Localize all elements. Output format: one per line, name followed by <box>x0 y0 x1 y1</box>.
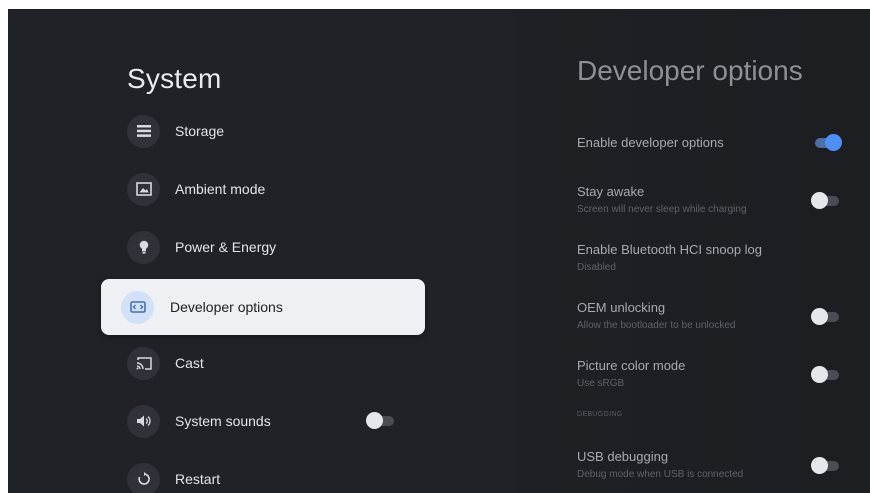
setting-description: Allow the bootloader to be unlocked <box>577 320 736 331</box>
system-sounds-toggle[interactable] <box>366 412 396 429</box>
setting-name: USB debugging <box>577 449 669 464</box>
setting-name: Enable developer options <box>577 135 724 150</box>
setting-oem-unlocking[interactable]: OEM unlocking Allow the bootloader to be… <box>577 300 847 331</box>
picture-color-mode-toggle[interactable] <box>811 366 841 383</box>
setting-description: Debug mode when USB is connected <box>577 469 744 480</box>
toggle-thumb <box>366 412 383 429</box>
storage-icon <box>127 114 160 148</box>
enable-developer-options-toggle[interactable] <box>811 134 842 151</box>
menu-item-label: Ambient mode <box>175 181 266 197</box>
setting-stay-awake[interactable]: Stay awake Screen will never sleep while… <box>577 184 847 215</box>
toggle-thumb <box>825 134 842 151</box>
setting-description: Screen will never sleep while charging <box>577 204 747 215</box>
setting-description: Disabled <box>577 262 616 273</box>
setting-picture-color-mode[interactable]: Picture color mode Use sRGB <box>577 358 847 389</box>
cast-icon <box>127 346 160 380</box>
stay-awake-toggle[interactable] <box>811 192 841 209</box>
setting-bluetooth-hci-snoop-log[interactable]: Enable Bluetooth HCI snoop log Disabled <box>577 242 847 273</box>
usb-debugging-toggle[interactable] <box>811 457 841 474</box>
menu-item-storage[interactable]: Storage <box>101 103 425 159</box>
restart-icon <box>127 462 160 493</box>
setting-description: Use sRGB <box>577 378 625 389</box>
menu-item-label: Restart <box>175 471 221 487</box>
setting-name: Stay awake <box>577 184 645 199</box>
setting-name: OEM unlocking <box>577 300 666 315</box>
menu-item-label: Storage <box>175 123 225 139</box>
developer-options-title: Developer options <box>577 55 803 86</box>
menu-item-label: Power & Energy <box>175 239 277 255</box>
menu-item-cast[interactable]: Cast <box>101 335 425 391</box>
setting-name: Enable Bluetooth HCI snoop log <box>577 242 763 257</box>
toggle-thumb <box>811 308 828 325</box>
menu-item-ambient-mode[interactable]: Ambient mode <box>101 161 425 217</box>
bulb-icon <box>127 230 160 264</box>
ambient-icon <box>127 172 160 206</box>
menu-item-system-sounds[interactable]: System sounds <box>101 393 425 449</box>
toggle-thumb <box>811 457 828 474</box>
developer-icon <box>121 290 154 324</box>
toggle-thumb <box>811 366 828 383</box>
toggle-thumb <box>811 192 828 209</box>
setting-enable-developer-options[interactable]: Enable developer options <box>577 134 847 151</box>
menu-item-restart[interactable]: Restart <box>101 451 425 493</box>
menu-item-label: Cast <box>175 355 204 371</box>
menu-item-label: Developer options <box>170 299 283 315</box>
section-header-debugging: DEBUGGING <box>577 411 623 418</box>
system-panel: System Storage Ambient mode Power & Ener… <box>8 9 513 493</box>
setting-usb-debugging[interactable]: USB debugging Debug mode when USB is con… <box>577 449 847 480</box>
oem-unlocking-toggle[interactable] <box>811 308 841 325</box>
menu-item-developer-options[interactable]: Developer options <box>101 279 425 335</box>
page-title: System <box>127 63 222 94</box>
setting-name: Picture color mode <box>577 358 686 373</box>
speaker-icon <box>127 404 160 438</box>
menu-item-label: System sounds <box>175 413 271 429</box>
menu-item-power-energy[interactable]: Power & Energy <box>101 219 425 275</box>
